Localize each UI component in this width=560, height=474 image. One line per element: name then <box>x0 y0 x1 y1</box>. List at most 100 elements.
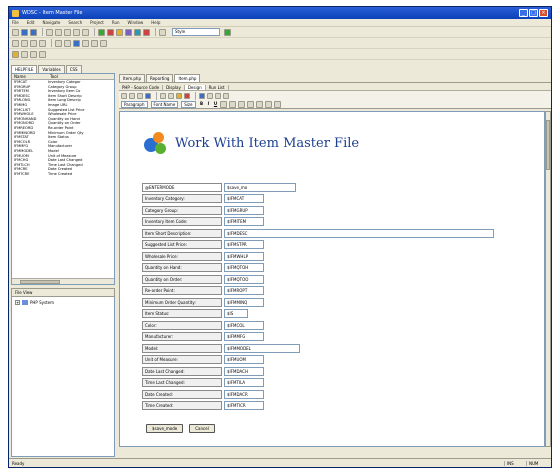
vertical-scrollbar[interactable] <box>545 111 551 447</box>
field-input[interactable]: $IFMCAT <box>224 194 264 204</box>
new-file-icon[interactable] <box>12 28 19 36</box>
image-icon[interactable] <box>134 28 141 36</box>
insert-field-icon[interactable] <box>176 92 182 99</box>
menu-help[interactable]: Help <box>151 20 160 25</box>
cut-icon[interactable] <box>46 28 53 36</box>
field-input[interactable]: $IFMQTOO <box>224 274 264 284</box>
field-label[interactable]: Manufacturer: <box>142 332 222 342</box>
field-label[interactable]: Time Created: <box>142 401 222 411</box>
underline-icon[interactable]: U <box>213 101 219 107</box>
horizontal-scrollbar[interactable] <box>12 278 114 284</box>
outdent-icon[interactable] <box>264 100 272 108</box>
tab-runlist[interactable]: Run List <box>206 85 229 90</box>
table-icon[interactable] <box>125 28 132 36</box>
field-label[interactable]: Re-order Point: <box>142 286 222 296</box>
mode-label[interactable]: @ENTERMODE <box>142 182 222 192</box>
field-label[interactable]: Unit of Measure: <box>142 355 222 365</box>
preview-icon[interactable] <box>215 92 221 99</box>
bookmark-icon[interactable] <box>12 50 19 58</box>
save-button[interactable]: $save_mode <box>146 424 184 433</box>
column-tool[interactable]: Tool <box>48 74 110 79</box>
text-icon[interactable] <box>159 28 166 36</box>
connect-icon[interactable] <box>73 39 80 47</box>
minimize-button[interactable]: _ <box>519 9 528 17</box>
tab-css[interactable]: CSS <box>65 65 82 73</box>
field-label[interactable]: Time Last Changed: <box>142 378 222 388</box>
field-label[interactable]: Wholesale Price: <box>142 251 222 261</box>
doc-tab-3[interactable]: Item.php <box>174 74 201 82</box>
paste-icon[interactable] <box>64 28 71 36</box>
font-select[interactable]: Font Name <box>150 100 179 108</box>
field-input[interactable]: $IFMGRUP <box>224 205 264 215</box>
field-input[interactable]: $IFMDACR <box>224 389 264 399</box>
insert-link-icon[interactable] <box>137 92 143 99</box>
tab-helpfile[interactable]: HELPFILE <box>11 65 38 73</box>
tab-source[interactable]: PHP - Source Code <box>119 85 164 90</box>
paragraph-select[interactable]: Paragraph <box>121 100 148 108</box>
field-label[interactable]: Quantity on Hand: <box>142 263 222 273</box>
number-list-icon[interactable] <box>255 100 263 108</box>
field-label[interactable]: Inventory Category: <box>142 194 222 204</box>
field-input[interactable]: $IFMSTPR <box>224 240 264 250</box>
redo-icon[interactable] <box>82 28 89 36</box>
align-left-icon[interactable] <box>219 100 227 108</box>
bold-icon[interactable]: B <box>199 101 205 107</box>
tab-design[interactable]: Design <box>184 85 206 90</box>
doc-tab-1[interactable]: Item.php <box>119 74 145 82</box>
field-label[interactable]: Suggested List Price: <box>142 240 222 250</box>
scroll-thumb[interactable] <box>546 120 550 170</box>
field-input[interactable]: $IFMUOM <box>224 355 264 365</box>
menu-project[interactable]: Project <box>90 20 104 25</box>
scroll-thumb[interactable] <box>20 280 60 284</box>
build-icon[interactable] <box>116 28 123 36</box>
indent-icon[interactable] <box>273 100 281 108</box>
field-label[interactable]: Date Last Changed: <box>142 366 222 376</box>
italic-icon[interactable]: I <box>206 101 212 107</box>
grid-icon[interactable] <box>199 92 205 99</box>
debug-icon[interactable] <box>107 28 114 36</box>
field-input[interactable]: $IFMMFG <box>224 332 264 342</box>
field-label[interactable]: Date Created: <box>142 389 222 399</box>
field-input[interactable]: $IFMCOL <box>224 320 264 330</box>
insert-text-icon[interactable] <box>160 92 166 99</box>
menu-search[interactable]: Search <box>68 20 82 25</box>
expand-icon[interactable]: + <box>15 300 20 305</box>
style-combo[interactable]: Style <box>172 28 220 36</box>
open-folder-icon[interactable] <box>21 28 28 36</box>
next-icon[interactable] <box>39 50 46 58</box>
insert-table-icon[interactable] <box>121 92 127 99</box>
field-input[interactable]: $IFMTICR <box>224 401 264 411</box>
design-canvas[interactable]: Work With Item Master File @ENTERMODE $s… <box>119 111 545 447</box>
menu-navigate[interactable]: Navigate <box>42 20 60 25</box>
align-right-icon[interactable] <box>237 100 245 108</box>
undo-icon[interactable] <box>73 28 80 36</box>
column-name[interactable]: Name <box>12 74 48 79</box>
insert-button-icon[interactable] <box>168 92 174 99</box>
outline-icon[interactable] <box>91 39 98 47</box>
forward-icon[interactable] <box>21 39 28 47</box>
field-label[interactable]: Model: <box>142 343 222 353</box>
menu-run[interactable]: Run <box>112 20 120 25</box>
align-icon[interactable] <box>207 92 213 99</box>
bullet-list-icon[interactable] <box>246 100 254 108</box>
list-icon[interactable] <box>223 92 229 99</box>
filter-icon[interactable] <box>100 39 107 47</box>
field-label[interactable]: Item Short Description: <box>142 228 222 238</box>
menu-window[interactable]: Window <box>128 20 144 25</box>
run-icon[interactable] <box>98 28 105 36</box>
help-icon[interactable] <box>224 28 231 36</box>
mode-field[interactable]: $save_mo <box>224 182 296 192</box>
maximize-button[interactable]: □ <box>529 9 538 17</box>
doc-tab-2[interactable]: Reporting <box>146 74 174 82</box>
size-select[interactable]: Size <box>181 100 196 108</box>
delete-icon[interactable] <box>184 92 190 99</box>
home-icon[interactable] <box>39 39 46 47</box>
menu-edit[interactable]: Edit <box>27 20 35 25</box>
field-input[interactable]: $IFMQTOH <box>224 263 264 273</box>
prev-icon[interactable] <box>30 50 37 58</box>
stop-icon[interactable] <box>143 28 150 36</box>
field-label[interactable]: Inventory Item Code: <box>142 217 222 227</box>
copy-icon[interactable] <box>55 28 62 36</box>
back-icon[interactable] <box>12 39 19 47</box>
tab-display[interactable]: Display <box>163 85 185 90</box>
